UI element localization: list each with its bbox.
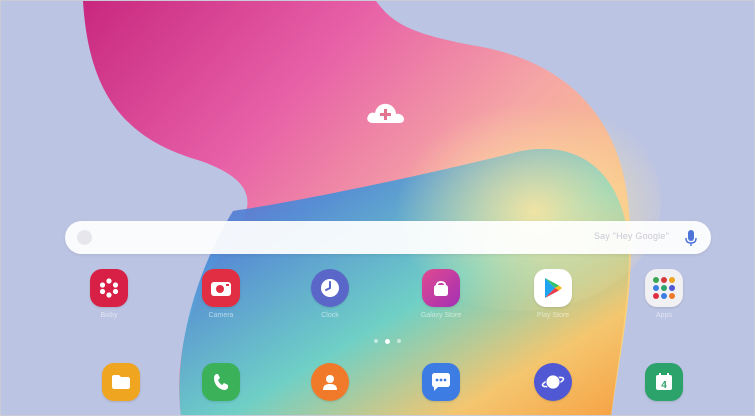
app-label: Bixby xyxy=(100,312,118,319)
app-folder[interactable]: Apps xyxy=(634,269,694,331)
page-dot[interactable] xyxy=(396,339,401,343)
files-icon xyxy=(102,363,140,401)
cloud-add-widget[interactable] xyxy=(364,98,408,128)
app-label: Apps xyxy=(656,312,672,319)
folder-icon xyxy=(645,269,683,307)
calendar-icon: 4 xyxy=(645,363,683,401)
app-camera[interactable]: Camera xyxy=(191,269,251,331)
mic-icon[interactable] xyxy=(685,229,697,247)
calendar-date: 4 xyxy=(661,380,667,391)
app-label: Clock xyxy=(321,312,339,319)
google-icon xyxy=(77,230,92,245)
app-calendar[interactable]: 4 xyxy=(634,363,694,415)
internet-icon xyxy=(534,363,572,401)
page-dot-active[interactable] xyxy=(384,338,390,344)
camera-icon xyxy=(202,269,240,307)
app-label: Galaxy Store xyxy=(420,312,462,319)
app-internet[interactable] xyxy=(523,363,583,415)
app-label: Play Store xyxy=(536,312,570,319)
search-bar[interactable]: Say "Hey Google" xyxy=(65,221,711,254)
messages-icon xyxy=(422,363,460,401)
play-icon xyxy=(534,269,572,307)
search-placeholder: Say "Hey Google" xyxy=(593,231,669,241)
page-indicator xyxy=(367,338,407,344)
app-bixby[interactable]: Bixby xyxy=(79,269,139,331)
app-files[interactable] xyxy=(91,363,151,415)
cloud-add-icon xyxy=(367,103,404,123)
app-phone[interactable] xyxy=(191,363,251,415)
app-clock[interactable]: Clock xyxy=(300,269,360,331)
app-contacts[interactable] xyxy=(300,363,360,415)
clock-icon xyxy=(311,269,349,307)
app-play-store[interactable]: Play Store xyxy=(523,269,583,331)
home-screen: Say "Hey Google" Bixby Camera Clock Gala… xyxy=(0,0,755,416)
bag-icon xyxy=(422,269,460,307)
app-label: Camera xyxy=(208,312,234,319)
bixby-icon xyxy=(90,269,128,307)
wallpaper xyxy=(1,1,754,415)
page-dot[interactable] xyxy=(373,339,378,343)
app-messages[interactable] xyxy=(411,363,471,415)
phone-icon xyxy=(202,363,240,401)
contacts-icon xyxy=(311,363,349,401)
app-galaxy-store[interactable]: Galaxy Store xyxy=(411,269,471,331)
